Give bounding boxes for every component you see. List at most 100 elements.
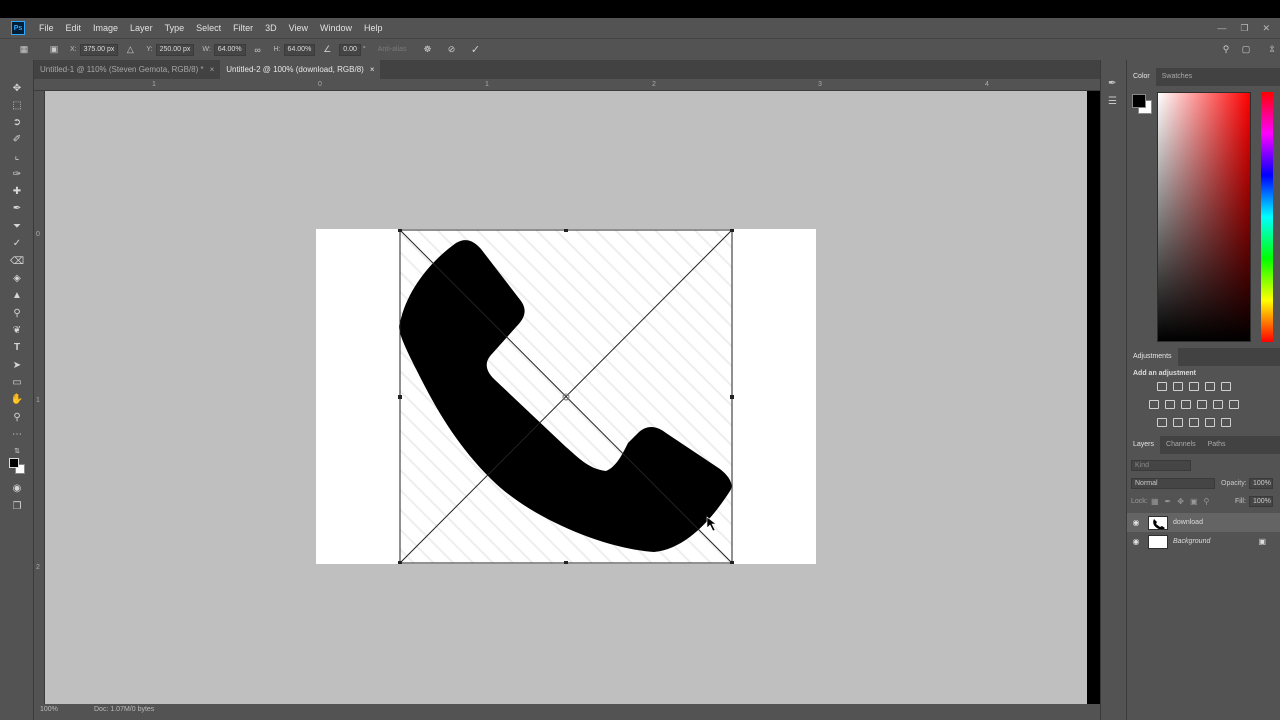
pen-tool-icon[interactable]: ❦ — [10, 324, 24, 338]
layer-filter-kind[interactable]: Kind — [1131, 460, 1191, 471]
path-selection-tool-icon[interactable]: ➤ — [10, 359, 24, 373]
tab-untitled-1[interactable]: Untitled-1 @ 110% (Steven Gemota, RGB/8)… — [34, 60, 221, 79]
eraser-tool-icon[interactable]: ⌫ — [10, 255, 24, 269]
antialias-checkbox[interactable]: Anti-alias — [378, 46, 407, 53]
type-tool-icon[interactable]: T — [10, 341, 24, 355]
menu-edit[interactable]: Edit — [60, 18, 88, 38]
menu-filter[interactable]: Filter — [227, 18, 259, 38]
layer-row-download[interactable]: ◉ download — [1127, 513, 1280, 532]
minimize-icon[interactable]: — — [1217, 18, 1226, 38]
y-label: Y: — [146, 46, 153, 53]
visibility-eye-icon[interactable]: ◉ — [1127, 518, 1145, 527]
menu-type[interactable]: Type — [159, 18, 191, 38]
tab-adjustments[interactable]: Adjustments — [1127, 348, 1178, 366]
link-icon[interactable]: ∞ — [252, 44, 264, 56]
invert-icon[interactable] — [1157, 418, 1167, 427]
move-tool-preset-icon[interactable]: ▦ — [18, 44, 30, 56]
tab-close-icon[interactable]: × — [210, 60, 215, 79]
h-field[interactable]: 64.00% — [283, 43, 316, 56]
x-field[interactable]: 375.00 px — [79, 43, 119, 56]
menu-view[interactable]: View — [283, 18, 314, 38]
quick-mask-icon[interactable]: ◉ — [10, 482, 24, 496]
tab-swatches[interactable]: Swatches — [1156, 68, 1198, 86]
history-brush-tool-icon[interactable]: ✓ — [10, 237, 24, 251]
eyedropper-tool-icon[interactable]: ✑ — [10, 168, 24, 182]
paint-bucket-tool-icon[interactable]: ◈ — [10, 272, 24, 286]
curves-icon[interactable] — [1189, 382, 1199, 391]
layer-row-background[interactable]: ◉ Background ▣ — [1127, 532, 1280, 551]
layer-thumbnail — [1148, 534, 1168, 549]
tab-color[interactable]: Color — [1127, 68, 1156, 86]
foreground-color-swatch[interactable] — [1132, 94, 1146, 108]
hue-saturation-icon[interactable] — [1149, 400, 1159, 409]
menu-file[interactable]: File — [33, 18, 60, 38]
blend-mode-select[interactable]: Normal — [1131, 478, 1215, 489]
posterize-icon[interactable] — [1173, 418, 1183, 427]
marquee-tool-icon[interactable]: ⬚ — [10, 99, 24, 113]
zoom-tool-icon[interactable]: ⚲ — [10, 411, 24, 425]
clone-stamp-tool-icon[interactable]: ⏷ — [10, 220, 24, 234]
brush-tool-icon[interactable]: ✒ — [10, 202, 24, 216]
move-tool-icon[interactable]: ✥ — [10, 82, 24, 96]
quick-select-tool-icon[interactable]: ✐ — [10, 133, 24, 147]
crop-tool-icon[interactable]: ⌞ — [10, 150, 24, 164]
gradient-map-icon[interactable] — [1221, 418, 1231, 427]
tab-layers[interactable]: Layers — [1127, 436, 1161, 454]
commit-transform-icon[interactable]: ✓ — [470, 44, 482, 56]
visibility-eye-icon[interactable]: ◉ — [1127, 537, 1145, 546]
workspace-icon[interactable]: ▢ — [1240, 44, 1252, 56]
delta-icon[interactable]: △ — [124, 44, 136, 56]
menu-select[interactable]: Select — [190, 18, 227, 38]
screen-mode-icon[interactable]: ❐ — [10, 500, 24, 514]
zoom-level[interactable]: 100% — [40, 706, 58, 713]
properties-panel-icon[interactable]: ☰ — [1108, 96, 1117, 107]
fill-field[interactable]: 100% — [1249, 496, 1273, 507]
levels-icon[interactable] — [1173, 382, 1183, 391]
reference-point-icon[interactable]: ▣ — [48, 44, 60, 56]
black-white-icon[interactable] — [1181, 400, 1191, 409]
color-picker-field[interactable] — [1157, 92, 1251, 342]
tab-channels[interactable]: Channels — [1160, 436, 1202, 454]
lasso-tool-icon[interactable]: ➲ — [10, 116, 24, 130]
menu-window[interactable]: Window — [314, 18, 358, 38]
color-balance-icon[interactable] — [1165, 400, 1175, 409]
more-tools-icon[interactable]: ⋯ — [10, 428, 24, 442]
w-field[interactable]: 64.00% — [213, 43, 246, 56]
channel-mixer-icon[interactable] — [1213, 400, 1223, 409]
hand-tool-icon[interactable]: ✋ — [10, 393, 24, 407]
selective-color-icon[interactable] — [1205, 418, 1215, 427]
menu-help[interactable]: Help — [358, 18, 389, 38]
opacity-field[interactable]: 100% — [1249, 478, 1273, 489]
swap-colors-icon[interactable]: ⇅ — [10, 445, 24, 459]
close-icon[interactable]: ✕ — [1262, 18, 1270, 38]
tab-label: Untitled-2 @ 100% (download, RGB/8) — [226, 65, 364, 74]
color-lookup-icon[interactable] — [1229, 400, 1239, 409]
brightness-contrast-icon[interactable] — [1157, 382, 1167, 391]
hue-slider[interactable] — [1261, 92, 1273, 342]
history-panel-icon[interactable]: ✒ — [1108, 78, 1116, 89]
threshold-icon[interactable] — [1189, 418, 1199, 427]
restore-icon[interactable]: ❐ — [1240, 18, 1248, 38]
search-icon[interactable]: ⚲ — [1220, 44, 1232, 56]
photo-filter-icon[interactable] — [1197, 400, 1207, 409]
tab-close-icon[interactable]: × — [370, 60, 375, 79]
foreground-color-swatch[interactable] — [9, 458, 19, 468]
tab-untitled-2[interactable]: Untitled-2 @ 100% (download, RGB/8) × — [220, 60, 381, 79]
tab-paths[interactable]: Paths — [1202, 436, 1232, 454]
lock-options-icon[interactable]: ▦✒✥▣⚲ — [1151, 497, 1215, 506]
document-canvas[interactable] — [316, 229, 816, 564]
exposure-icon[interactable] — [1205, 382, 1215, 391]
menu-layer[interactable]: Layer — [124, 18, 159, 38]
menu-image[interactable]: Image — [87, 18, 124, 38]
warp-icon[interactable]: ☸ — [422, 44, 434, 56]
blur-tool-icon[interactable]: ▲ — [10, 289, 24, 303]
y-field[interactable]: 250.00 px — [155, 43, 195, 56]
rectangle-tool-icon[interactable]: ▭ — [10, 376, 24, 390]
healing-brush-tool-icon[interactable]: ✚ — [10, 185, 24, 199]
menu-3d[interactable]: 3D — [259, 18, 283, 38]
dodge-tool-icon[interactable]: ⚲ — [10, 307, 24, 321]
cancel-transform-icon[interactable]: ⊘ — [446, 44, 458, 56]
share-icon[interactable]: ⇫ — [1266, 44, 1278, 56]
vibrance-icon[interactable] — [1221, 382, 1231, 391]
angle-field[interactable]: 0.00 — [339, 43, 361, 56]
